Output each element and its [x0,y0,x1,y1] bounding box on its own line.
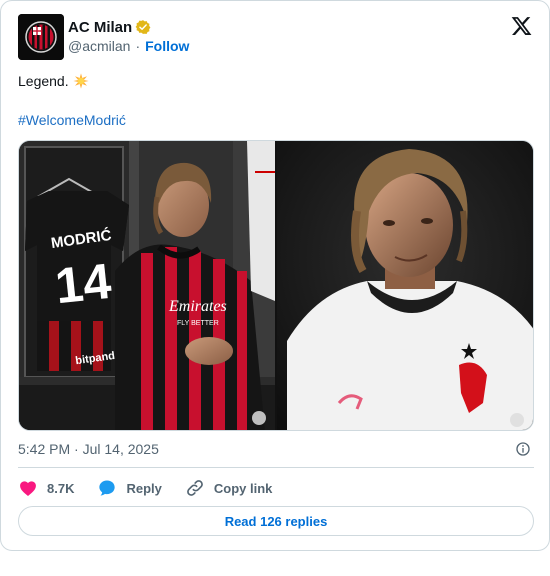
locker-room-image: MODRIĆ 14 bitpanda Emirates FLY BETTER [19,141,275,430]
link-icon [187,480,203,496]
reply-bubble-icon [99,480,116,496]
separator-dot: · [135,38,141,54]
hashtag-link[interactable]: #WelcomeModrić [18,111,126,129]
photo-portrait-away-kit[interactable] [277,141,533,430]
x-logo-icon[interactable] [510,15,533,37]
kit-sponsor-sub-text: FLY BETTER [177,320,219,327]
photo-locker-room[interactable]: MODRIĆ 14 bitpanda Emirates FLY BETTER [19,141,275,430]
author-handle[interactable]: @acmilan [68,38,130,54]
read-replies-button[interactable]: Read 126 replies [18,506,534,536]
author-name-row: AC Milan [68,18,151,36]
reply-label: Reply [126,480,162,496]
divider [18,467,534,468]
reply-button[interactable]: Reply [97,478,162,498]
heart-icon [20,481,36,496]
copy-link-button[interactable]: Copy link [185,478,273,498]
kit-sponsor-text: Emirates [168,298,227,315]
verified-badge-icon [135,20,151,34]
ac-milan-crest-icon [18,14,64,60]
like-button[interactable]: 8.7K [18,478,74,498]
action-bar: 8.7K Reply Copy link [18,477,295,499]
away-kit-portrait-image [277,141,533,430]
author-display-name[interactable]: AC Milan [68,19,132,36]
tweet-timestamp[interactable]: 5:42 PM · Jul 14, 2025 [18,440,159,458]
glowing-star-emoji-icon [73,73,89,89]
author-handle-row: @acmilan · Follow [68,38,189,54]
tweet-text: Legend. [18,72,89,90]
jersey-number-text: 14 [53,253,114,315]
embedded-tweet-card: AC Milan @acmilan · Follow Legend. #Welc… [0,0,550,551]
tweet-text-body: Legend. [18,73,69,89]
copy-link-label: Copy link [213,480,273,496]
media-grid[interactable]: MODRIĆ 14 bitpanda Emirates FLY BETTER [18,140,534,431]
info-icon[interactable] [515,441,531,457]
follow-button[interactable]: Follow [145,38,189,54]
avatar[interactable] [18,14,64,60]
like-count: 8.7K [47,480,75,496]
